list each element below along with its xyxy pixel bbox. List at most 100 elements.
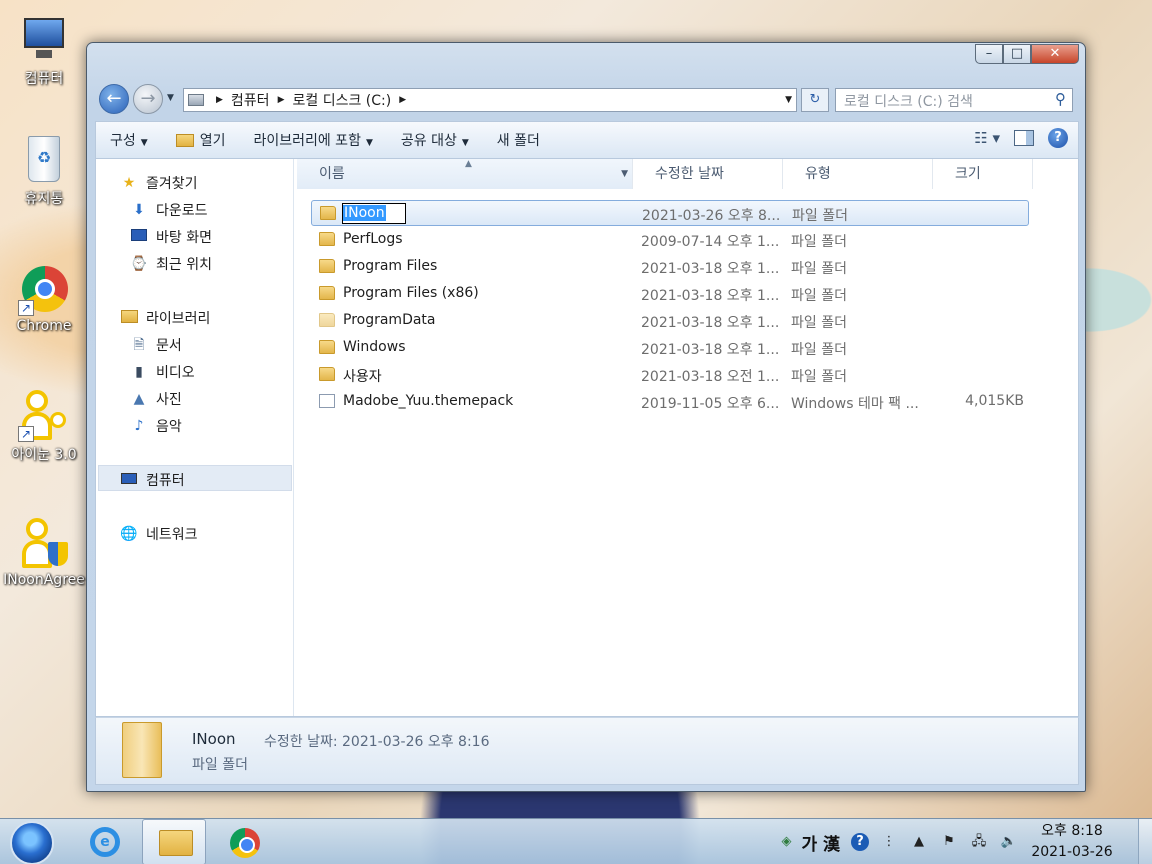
file-row[interactable]: Program Files 2021-03-18 오후 1... 파일 폴더	[311, 254, 1029, 280]
nav-item-music[interactable]: ♪ 음악	[130, 416, 182, 436]
shortcut-arrow-icon: ↗	[18, 426, 34, 442]
explorer-window: – □ ✕ ← → ▼ ▶ 컴퓨터 ▶ 로컬 디스크 (C:) ▶ ▼ ↻ 로컬…	[86, 42, 1086, 792]
nav-item-pictures[interactable]: ▲ 사진	[130, 389, 182, 409]
desktop-icon-inoon[interactable]: ↗ 아이눈 3.0	[2, 390, 86, 464]
file-name: 사용자	[343, 369, 382, 385]
open-button[interactable]: 열기	[162, 130, 240, 150]
recent-pages-dropdown[interactable]: ▼	[167, 93, 174, 103]
arrow-right-icon: →	[140, 88, 156, 109]
folder-icon	[122, 722, 162, 778]
new-folder-button[interactable]: 새 폴더	[483, 130, 554, 150]
forward-button[interactable]: →	[133, 84, 163, 114]
share-with-menu[interactable]: 공유 대상 ▼	[387, 130, 483, 150]
maximize-button[interactable]: □	[1003, 44, 1031, 64]
action-center-flag-icon[interactable]: ⚑	[939, 832, 959, 852]
inoon-icon: ↗	[18, 390, 70, 442]
system-tray: ◈ 가 漢 ? ⋮ ▲ ⚑ 🖧 🔈 오후 8:18 2021-03-26	[771, 819, 1152, 864]
search-input[interactable]: 로컬 디스크 (C:) 검색 ⚲	[835, 88, 1073, 112]
chrome-icon	[230, 828, 260, 858]
file-row[interactable]: INoon 2021-03-26 오후 8... 파일 폴더	[311, 200, 1029, 226]
taskbar-app-chrome[interactable]	[212, 819, 276, 864]
address-bar[interactable]: ▶ 컴퓨터 ▶ 로컬 디스크 (C:) ▶ ▼	[183, 88, 797, 112]
computer-icon	[18, 14, 70, 66]
close-button[interactable]: ✕	[1031, 44, 1079, 64]
show-hidden-icons-icon[interactable]: ▲	[909, 832, 929, 852]
file-row[interactable]: 사용자 2021-03-18 오전 1... 파일 폴더	[311, 362, 1029, 388]
share-label: 공유 대상	[400, 133, 457, 149]
breadcrumb-separator-icon[interactable]: ▶	[278, 95, 285, 105]
refresh-button[interactable]: ↻	[801, 88, 829, 112]
nav-item-network[interactable]: 🌐 네트워크	[120, 524, 198, 544]
taskbar-app-explorer[interactable]	[142, 819, 206, 864]
desktop-icon-chrome[interactable]: ↗ Chrome	[2, 264, 86, 334]
nav-item-libraries[interactable]: 라이브러리	[120, 308, 210, 328]
file-modified: 2019-11-05 오후 6...	[641, 396, 780, 412]
clock[interactable]: 오후 8:18 2021-03-26	[1024, 821, 1120, 863]
rename-input[interactable]: INoon	[342, 203, 406, 224]
file-modified: 2021-03-26 오후 8...	[642, 208, 781, 224]
taskbar-app-internet-explorer[interactable]: e	[72, 819, 136, 864]
explorer-body: ★ 즐겨찾기 ⬇ 다운로드 바탕 화면 ⌚ 최근 위치 라이브러리 🗎 문서 ▮ 비디오 …	[95, 159, 1079, 717]
column-header-size[interactable]: 크기	[933, 159, 1033, 189]
nav-label: 네트워크	[146, 527, 198, 543]
back-button[interactable]: ←	[99, 84, 129, 114]
internet-explorer-icon: e	[90, 827, 120, 857]
folder-icon	[319, 259, 335, 273]
show-desktop-button[interactable]	[1138, 819, 1152, 864]
column-header-modified[interactable]: 수정한 날짜	[633, 159, 783, 189]
file-row[interactable]: PerfLogs 2009-07-14 오후 1... 파일 폴더	[311, 227, 1029, 253]
ime-help-icon[interactable]: ?	[851, 833, 869, 851]
breadcrumb-separator-icon[interactable]: ▶	[216, 95, 223, 105]
nav-item-desktop[interactable]: 바탕 화면	[130, 227, 212, 247]
nav-item-computer[interactable]: 컴퓨터	[120, 470, 185, 490]
file-type: 파일 폴더	[791, 369, 847, 385]
breadcrumb-local-disk[interactable]: 로컬 디스크 (C:)	[292, 90, 391, 110]
file-name: Windows	[343, 339, 406, 355]
breadcrumb-computer[interactable]: 컴퓨터	[231, 90, 270, 110]
language-bar-icon[interactable]: ◈	[776, 832, 796, 852]
desktop-icon-computer[interactable]: 컴퓨터	[2, 14, 86, 88]
column-header-type[interactable]: 유형	[783, 159, 933, 189]
desktop-icon-label: INoonAgree	[3, 572, 85, 588]
desktop-icon-inoon-agree[interactable]: INoonAgree	[2, 518, 86, 588]
column-label: 유형	[805, 166, 831, 182]
breadcrumb-separator-icon[interactable]: ▶	[399, 95, 406, 105]
search-icon[interactable]: ⚲	[1055, 90, 1066, 108]
desktop-icon-recycle-bin[interactable]: ♻ 휴지통	[2, 134, 86, 208]
file-type: 파일 폴더	[791, 288, 847, 304]
organize-menu[interactable]: 구성 ▼	[96, 130, 162, 150]
volume-icon[interactable]: 🔈	[999, 832, 1019, 852]
library-icon	[120, 310, 138, 326]
help-icon[interactable]: ?	[1048, 128, 1068, 148]
shield-icon	[48, 542, 68, 566]
file-row[interactable]: Windows 2021-03-18 오후 1... 파일 폴더	[311, 335, 1029, 361]
ime-indicator[interactable]: 가 漢	[801, 830, 840, 855]
address-dropdown-icon[interactable]: ▼	[785, 95, 792, 105]
network-status-icon[interactable]: 🖧	[969, 832, 989, 852]
nav-item-videos[interactable]: ▮ 비디오	[130, 362, 195, 382]
nav-item-downloads[interactable]: ⬇ 다운로드	[130, 200, 207, 220]
nav-item-recent[interactable]: ⌚ 최근 위치	[130, 254, 212, 274]
file-list: ▲ 이름 ▼ 수정한 날짜 유형 크기 INoon 2021-03-26 오후 …	[295, 159, 1080, 716]
preview-pane-icon[interactable]	[1014, 130, 1034, 146]
include-in-library-menu[interactable]: 라이브러리에 포함 ▼	[239, 130, 386, 150]
taskbar: e ◈ 가 漢 ? ⋮ ▲ ⚑ 🖧 🔈 오후 8:18 2021-03-26	[0, 818, 1152, 864]
nav-item-documents[interactable]: 🗎 문서	[130, 335, 181, 355]
minimize-button[interactable]: –	[975, 44, 1003, 64]
view-options-icon[interactable]: ☷ ▾	[974, 129, 1000, 147]
file-row[interactable]: Program Files (x86) 2021-03-18 오후 1... 파…	[311, 281, 1029, 307]
file-name: Program Files	[343, 258, 438, 274]
chevron-down-icon[interactable]: ▼	[621, 159, 628, 189]
start-button[interactable]	[10, 821, 54, 864]
ime-options-icon[interactable]: ⋮	[879, 832, 899, 852]
file-type: 파일 폴더	[791, 315, 847, 331]
nav-item-favorites[interactable]: ★ 즐겨찾기	[120, 173, 198, 193]
documents-icon: 🗎	[133, 337, 145, 353]
file-row[interactable]: ProgramData 2021-03-18 오후 1... 파일 폴더	[311, 308, 1029, 334]
details-modified: 수정한 날짜: 2021-03-26 오후 8:16	[264, 734, 490, 750]
computer-icon	[120, 472, 138, 488]
file-row[interactable]: Madobe_Yuu.themepack 2019-11-05 오후 6... …	[311, 389, 1029, 415]
address-row: ← → ▼ ▶ 컴퓨터 ▶ 로컬 디스크 (C:) ▶ ▼ ↻ 로컬 디스크 (…	[97, 83, 1077, 114]
chrome-icon: ↗	[18, 264, 70, 316]
column-header-name[interactable]: ▲ 이름 ▼	[297, 159, 633, 189]
